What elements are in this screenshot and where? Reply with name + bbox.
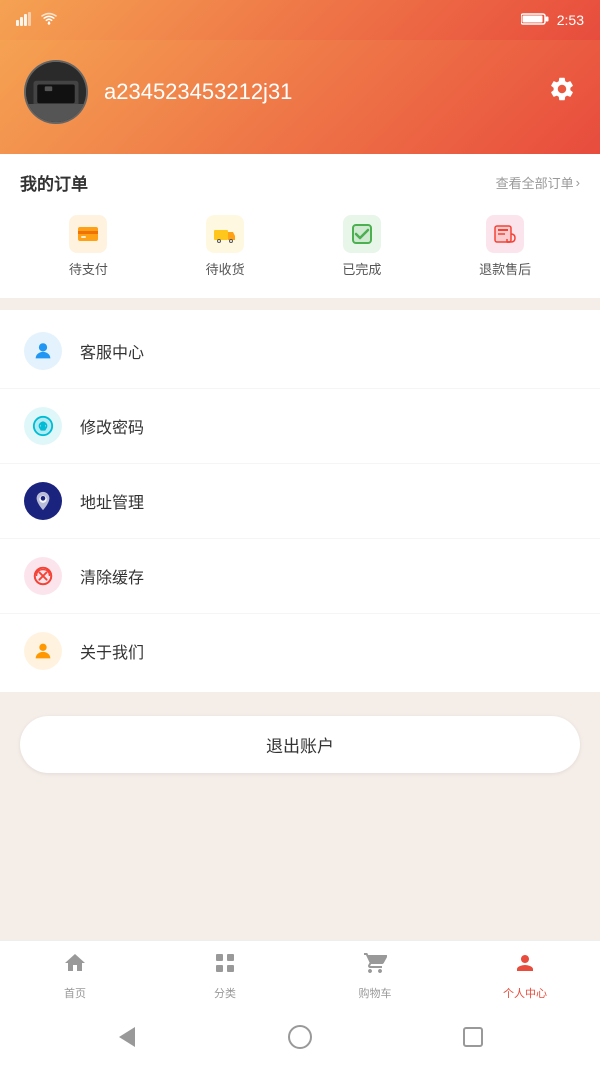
address-icon [24,482,62,520]
battery-icon [521,12,549,29]
change-password-label: 修改密码 [80,414,144,438]
menu-item-clear-cache[interactable]: 清除缓存 [0,539,600,614]
view-all-label: 查看全部订单 [496,173,574,192]
wifi-icon [40,12,58,29]
shipping-icon [206,215,244,253]
nav-category[interactable]: 分类 [150,951,300,1001]
about-label: 关于我们 [80,639,144,663]
nav-home-label: 首页 [64,985,86,1001]
refund-label: 退款售后 [479,259,531,278]
orders-title: 我的订单 [20,170,88,195]
nav-home[interactable]: 首页 [0,951,150,1001]
order-tab-completed[interactable]: 已完成 [342,215,381,278]
bottom-navigation: 首页 分类 购物车 个人中心 [0,940,600,1007]
pending-pay-icon [69,215,107,253]
orders-header: 我的订单 查看全部订单 › [20,170,580,195]
menu-item-change-password[interactable]: 修改密码 [0,389,600,464]
svg-text:MONITOR: MONITOR [41,106,72,113]
chevron-right-icon: › [576,175,580,190]
order-tab-pending-pay[interactable]: 待支付 [69,215,108,278]
nav-profile-label: 个人中心 [503,985,547,1001]
back-icon [119,1027,135,1047]
home-circle-icon [288,1025,312,1049]
nav-profile[interactable]: 个人中心 [450,951,600,1001]
pending-pay-label: 待支付 [69,259,108,278]
completed-label: 已完成 [342,259,381,278]
status-right: 2:53 [521,12,584,29]
cart-icon [363,951,387,981]
order-tab-shipping[interactable]: 待收货 [206,215,245,278]
status-bar: 2:53 [0,0,600,40]
avatar: MONITOR [24,60,88,124]
signal-icon [16,12,34,29]
orders-section: 我的订单 查看全部订单 › 待支付 [0,154,600,298]
home-icon [63,951,87,981]
recents-button[interactable] [459,1023,487,1051]
logout-section: 退出账户 [0,692,600,797]
refund-icon [486,215,524,253]
address-label: 地址管理 [80,489,144,513]
menu-item-about[interactable]: 关于我们 [0,614,600,688]
settings-icon[interactable] [548,75,576,110]
status-left [16,12,58,29]
logout-button[interactable]: 退出账户 [20,716,580,773]
order-tabs: 待支付 待收货 [20,211,580,282]
avatar-image: MONITOR [26,62,86,122]
customer-service-icon [24,332,62,370]
menu-item-customer-service[interactable]: 客服中心 [0,314,600,389]
back-button[interactable] [113,1023,141,1051]
menu-item-address[interactable]: 地址管理 [0,464,600,539]
user-info: MONITOR a234523453212j31 [24,60,292,124]
order-tab-refund[interactable]: 退款售后 [479,215,531,278]
menu-section: 客服中心 修改密码 地址管理 [0,310,600,692]
customer-service-label: 客服中心 [80,339,144,363]
status-time: 2:53 [557,12,584,28]
profile-icon [513,951,537,981]
nav-cart-label: 购物车 [359,985,392,1001]
system-navigation [0,1007,600,1067]
shipping-label: 待收货 [206,259,245,278]
view-all-orders[interactable]: 查看全部订单 › [496,173,580,192]
completed-icon [343,215,381,253]
clear-cache-icon [24,557,62,595]
home-button[interactable] [286,1023,314,1051]
nav-category-label: 分类 [214,985,236,1001]
nav-cart[interactable]: 购物车 [300,951,450,1001]
recents-icon [463,1027,483,1047]
about-icon [24,632,62,670]
username: a234523453212j31 [104,79,292,105]
clear-cache-label: 清除缓存 [80,564,144,588]
category-icon [213,951,237,981]
change-password-icon [24,407,62,445]
profile-header: MONITOR a234523453212j31 [0,40,600,154]
